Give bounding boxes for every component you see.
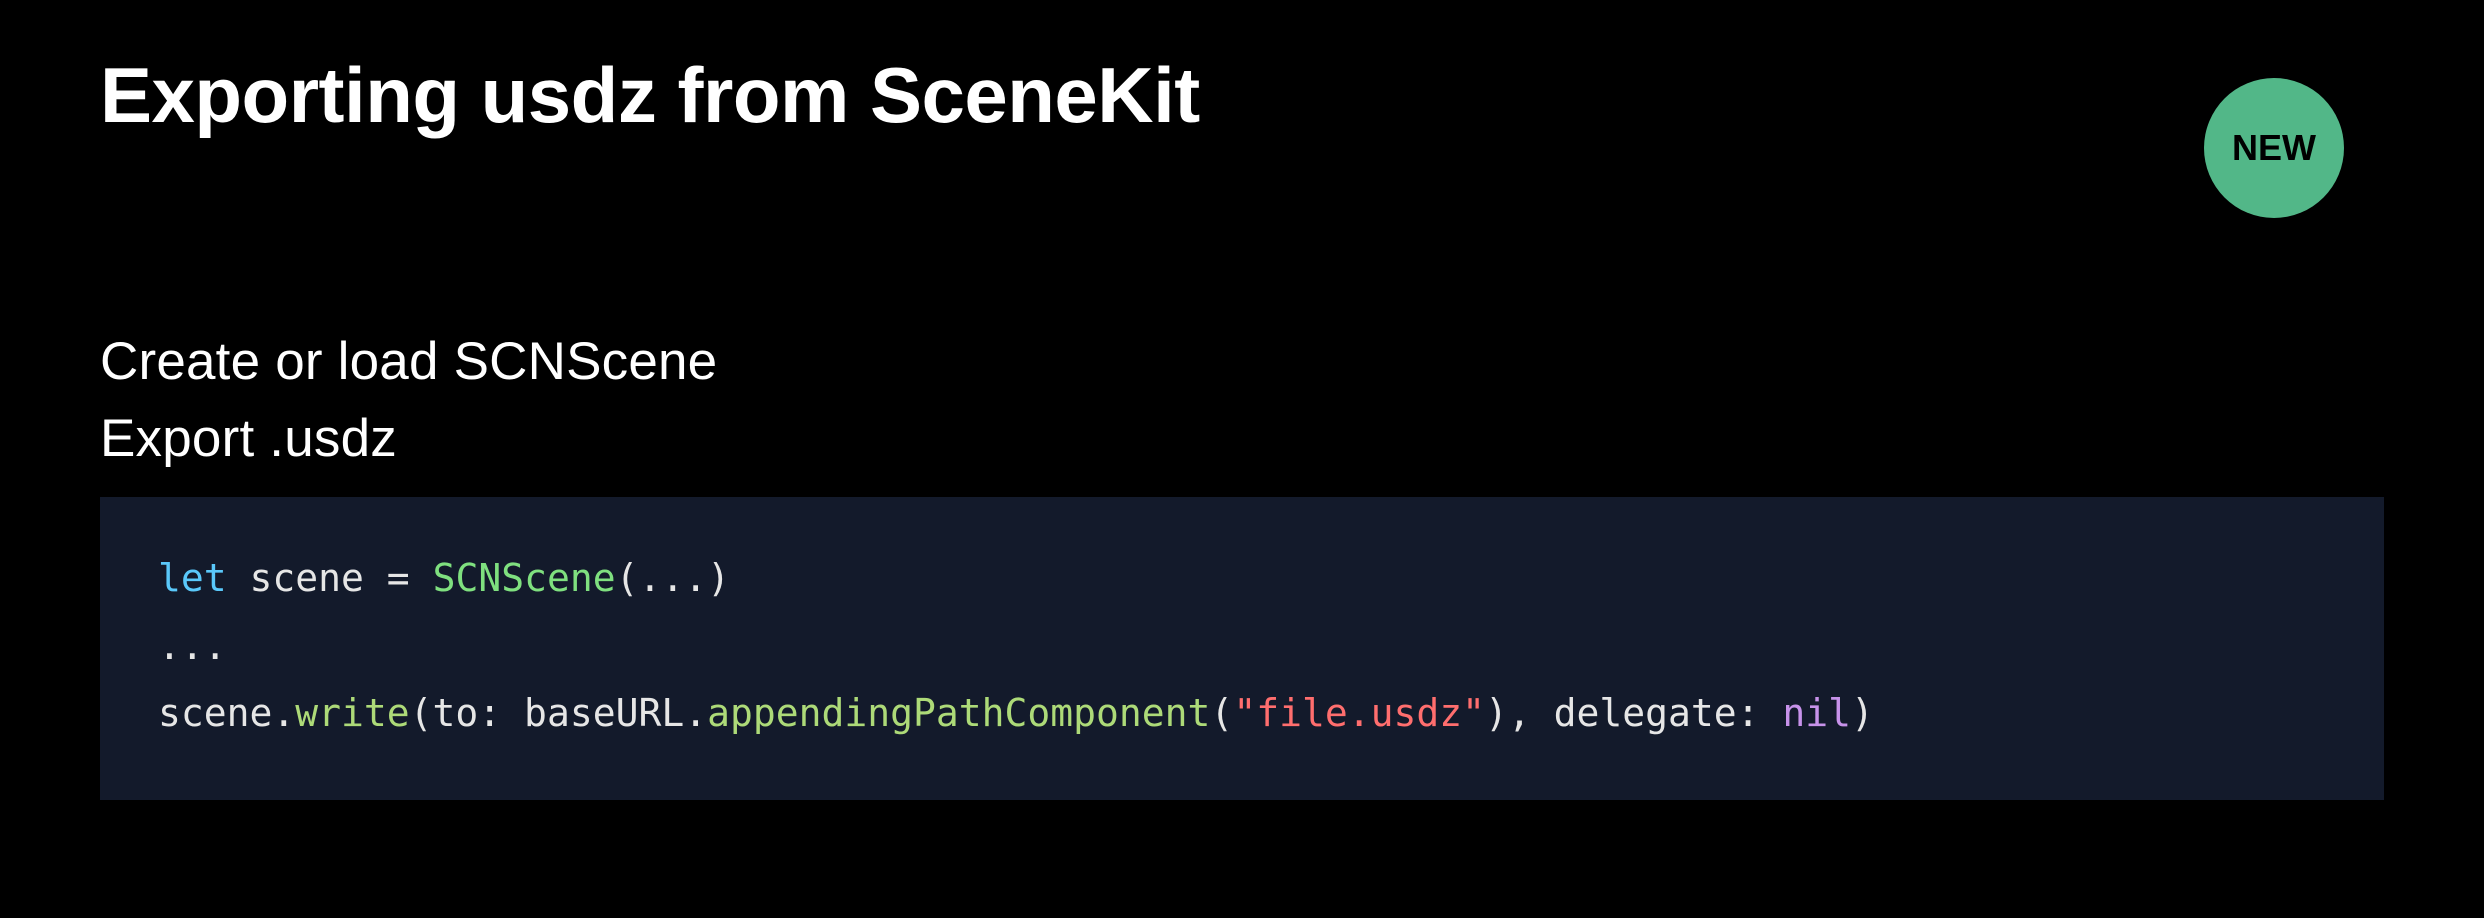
subtitle-line-1: Create or load SCNScene xyxy=(100,331,2384,392)
slide-title: Exporting usdz from SceneKit xyxy=(100,50,2384,141)
code-token: ) xyxy=(1851,691,1874,735)
code-token-string: "file.usdz" xyxy=(1233,691,1485,735)
code-line-3: scene.write(to: baseURL.appendingPathCom… xyxy=(158,680,2326,748)
code-token-type: SCNScene xyxy=(433,556,616,600)
subtitle-line-2: Export .usdz xyxy=(100,408,2384,469)
code-token: (to: baseURL. xyxy=(410,691,707,735)
code-token-method: appendingPathComponent xyxy=(707,691,1210,735)
code-token-method: write xyxy=(295,691,409,735)
code-block: let scene = SCNScene(...) ... scene.writ… xyxy=(100,497,2384,800)
code-token xyxy=(227,556,250,600)
code-line-1: let scene = SCNScene(...) xyxy=(158,545,2326,613)
code-token: ... xyxy=(158,624,227,668)
code-line-2: ... xyxy=(158,613,2326,681)
code-token: ( xyxy=(1210,691,1233,735)
code-token: ), delegate: xyxy=(1485,691,1782,735)
code-token-nil: nil xyxy=(1782,691,1851,735)
code-token: = xyxy=(364,556,433,600)
slide: Exporting usdz from SceneKit NEW Create … xyxy=(0,0,2484,918)
code-token-keyword: let xyxy=(158,556,227,600)
new-badge: NEW xyxy=(2204,78,2344,218)
new-badge-label: NEW xyxy=(2232,127,2316,169)
code-token: scene. xyxy=(158,691,295,735)
code-token: scene xyxy=(250,556,364,600)
code-token: (...) xyxy=(616,556,730,600)
